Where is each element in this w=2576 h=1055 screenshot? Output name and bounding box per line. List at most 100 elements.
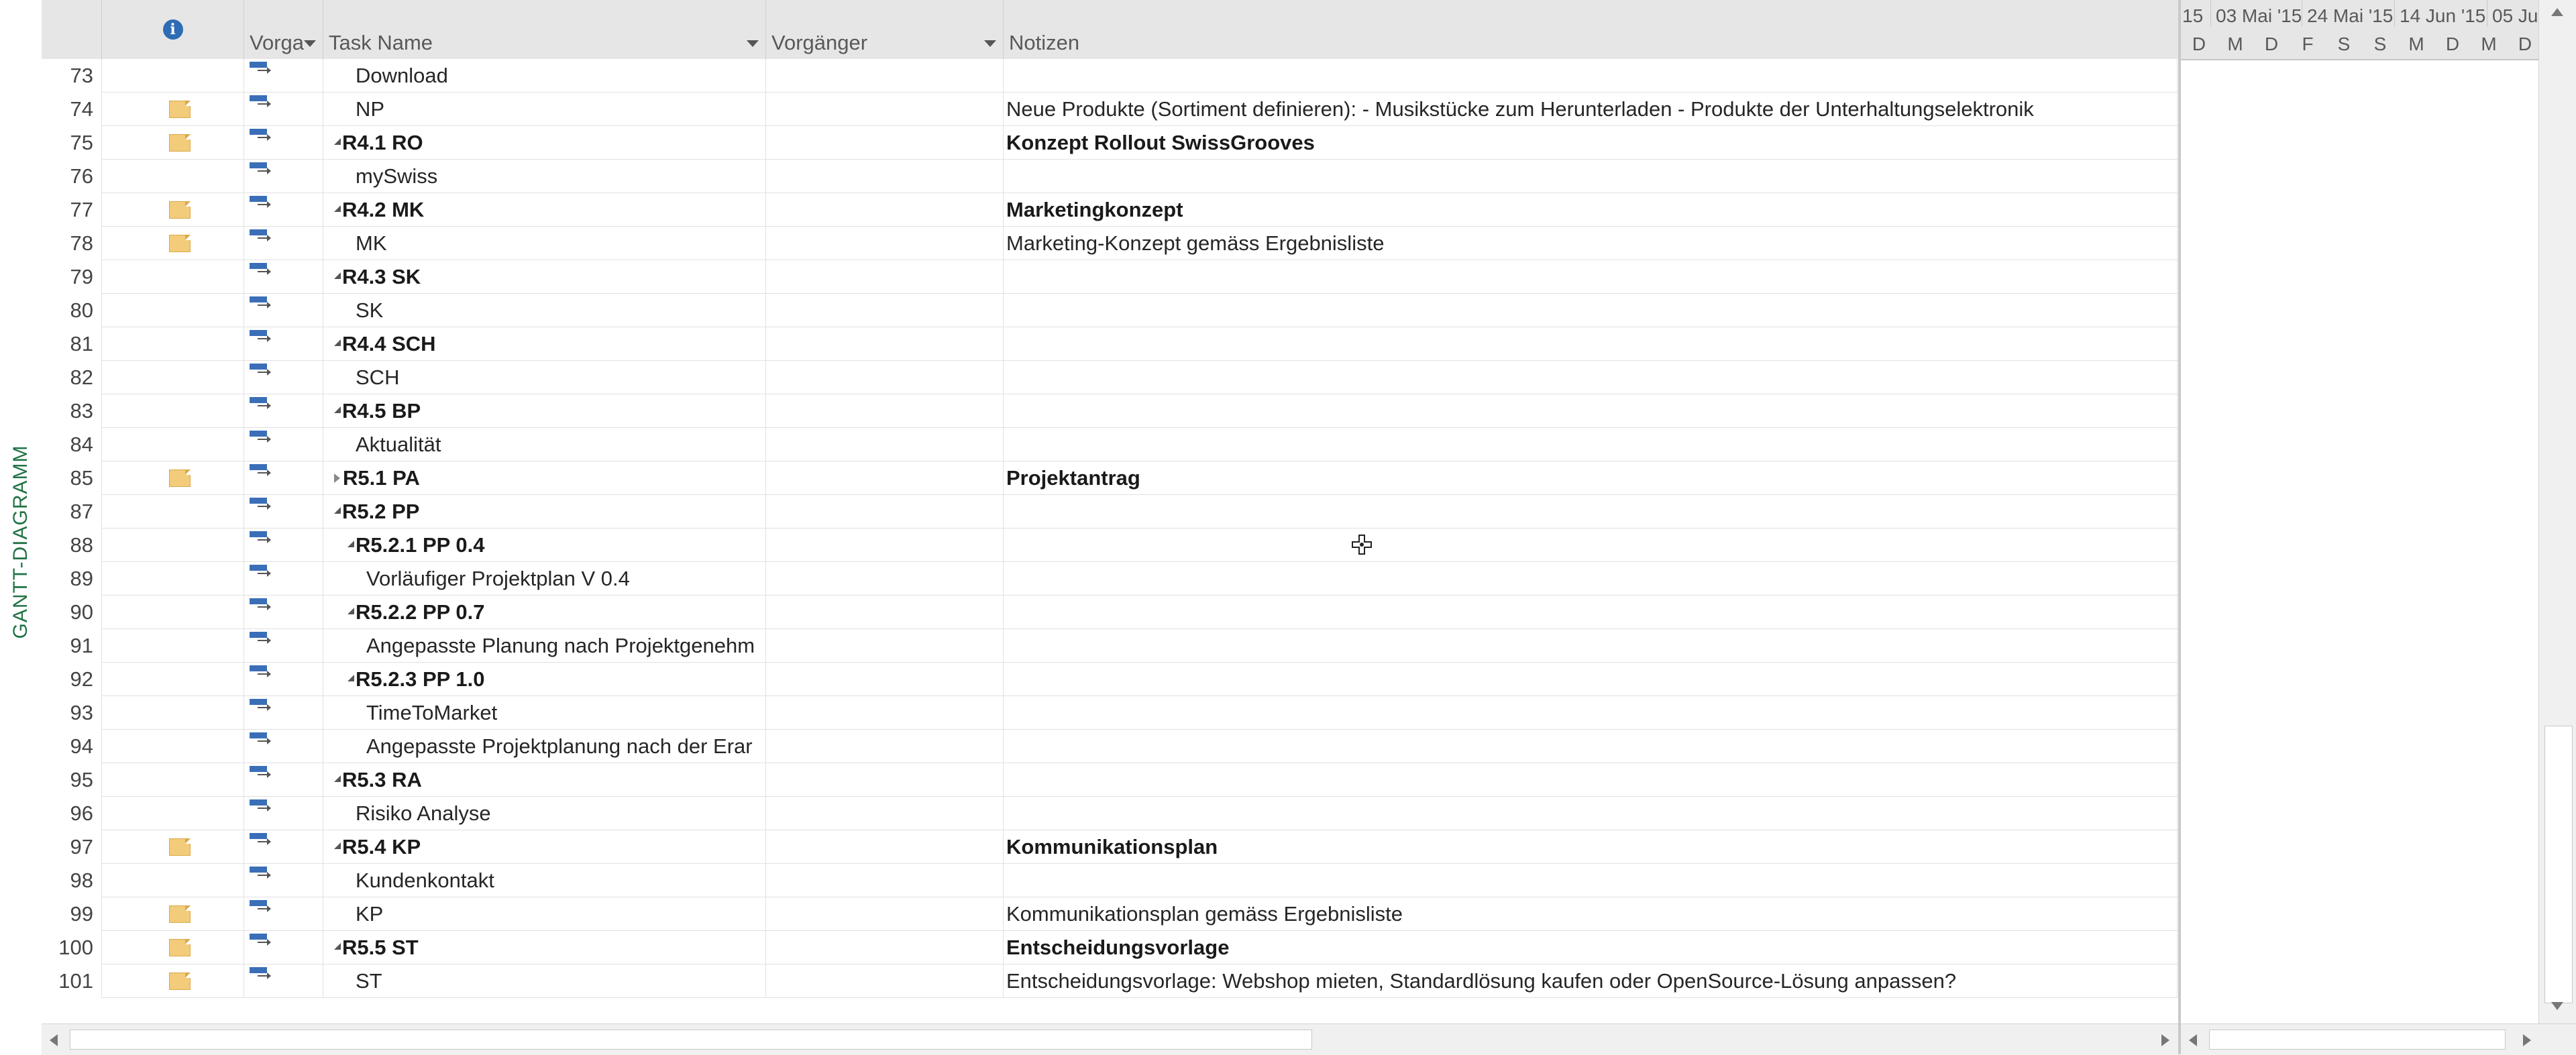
notes-cell[interactable]: Kommunikationsplan bbox=[1004, 830, 2178, 864]
predecessors-cell[interactable] bbox=[766, 596, 1004, 629]
notes-column-header[interactable]: Notizen bbox=[1004, 0, 2178, 59]
chevron-down-icon[interactable] bbox=[747, 40, 759, 47]
notes-cell[interactable] bbox=[1004, 864, 2178, 897]
predecessors-cell[interactable] bbox=[766, 562, 1004, 596]
collapse-triangle-icon[interactable] bbox=[334, 406, 341, 413]
notes-cell[interactable] bbox=[1004, 428, 2178, 461]
note-icon[interactable] bbox=[169, 101, 191, 118]
task-row[interactable]: 89 Vorläufiger Projektplan V 0.4 bbox=[42, 562, 2178, 596]
task-row[interactable]: 91 Angepasste Planung nach Projektgenehm bbox=[42, 629, 2178, 663]
notes-cell[interactable]: Entscheidungsvorlage bbox=[1004, 931, 2178, 964]
task-id[interactable]: 85 bbox=[42, 461, 102, 495]
predecessors-cell[interactable] bbox=[766, 629, 1004, 663]
task-mode-cell[interactable] bbox=[244, 562, 323, 596]
task-name-cell[interactable]: Aktualität bbox=[323, 428, 766, 461]
task-row[interactable]: 101 ST Entscheidungsvorlage: Webshop miete… bbox=[42, 964, 2178, 998]
notes-cell[interactable] bbox=[1004, 596, 2178, 629]
task-row[interactable]: 88 R5.2.1 PP 0.4 bbox=[42, 529, 2178, 562]
task-id[interactable]: 101 bbox=[42, 964, 102, 998]
collapse-triangle-icon[interactable] bbox=[334, 339, 341, 346]
task-name-column-header[interactable]: Task Name bbox=[323, 0, 766, 59]
notes-cell[interactable] bbox=[1004, 361, 2178, 394]
select-all-cell[interactable] bbox=[42, 0, 102, 59]
task-row[interactable]: 83 R4.5 BP bbox=[42, 394, 2178, 428]
indicators-column-header[interactable]: i bbox=[102, 0, 244, 59]
task-mode-cell[interactable] bbox=[244, 59, 323, 93]
notes-cell[interactable]: Entscheidungsvorlage: Webshop mieten, St… bbox=[1004, 964, 2178, 998]
notes-cell[interactable] bbox=[1004, 59, 2178, 93]
task-row[interactable]: 74 NP Neue Produkte (Sortiment definieren)… bbox=[42, 93, 2178, 126]
scroll-left-icon[interactable] bbox=[2189, 1034, 2197, 1046]
note-icon[interactable] bbox=[169, 134, 191, 152]
task-id[interactable]: 95 bbox=[42, 763, 102, 797]
notes-cell[interactable] bbox=[1004, 294, 2178, 327]
task-mode-cell[interactable] bbox=[244, 797, 323, 830]
predecessors-cell[interactable] bbox=[766, 763, 1004, 797]
task-mode-cell[interactable] bbox=[244, 529, 323, 562]
collapse-triangle-icon[interactable] bbox=[334, 506, 341, 514]
task-name-cell[interactable]: Risiko Analyse bbox=[323, 797, 766, 830]
task-id[interactable]: 84 bbox=[42, 428, 102, 461]
predecessors-cell[interactable] bbox=[766, 294, 1004, 327]
task-name-cell[interactable]: KP bbox=[323, 897, 766, 931]
task-id[interactable]: 81 bbox=[42, 327, 102, 361]
task-row[interactable]: 99 KP Kommunikationsplan gemäss Ergebnisli… bbox=[42, 897, 2178, 931]
task-id[interactable]: 74 bbox=[42, 93, 102, 126]
predecessors-cell[interactable] bbox=[766, 193, 1004, 227]
task-row[interactable]: 90 R5.2.2 PP 0.7 bbox=[42, 596, 2178, 629]
predecessors-cell[interactable] bbox=[766, 160, 1004, 193]
task-id[interactable]: 88 bbox=[42, 529, 102, 562]
view-bar[interactable]: GANTT-DIAGRAMM bbox=[0, 59, 42, 1025]
notes-cell[interactable] bbox=[1004, 529, 2178, 562]
task-id[interactable]: 98 bbox=[42, 864, 102, 897]
predecessors-cell[interactable] bbox=[766, 864, 1004, 897]
collapse-triangle-icon[interactable] bbox=[347, 540, 354, 547]
collapse-triangle-icon[interactable] bbox=[334, 272, 341, 279]
predecessors-cell[interactable] bbox=[766, 797, 1004, 830]
task-id[interactable]: 77 bbox=[42, 193, 102, 227]
task-id[interactable]: 80 bbox=[42, 294, 102, 327]
task-row[interactable]: 92 R5.2.3 PP 1.0 bbox=[42, 663, 2178, 696]
notes-cell[interactable] bbox=[1004, 394, 2178, 428]
task-id[interactable]: 91 bbox=[42, 629, 102, 663]
task-mode-cell[interactable] bbox=[244, 193, 323, 227]
collapse-triangle-icon[interactable] bbox=[334, 205, 341, 212]
task-mode-cell[interactable] bbox=[244, 327, 323, 361]
task-id[interactable]: 73 bbox=[42, 59, 102, 93]
task-name-cell[interactable]: Angepasste Projektplanung nach der Erar bbox=[323, 730, 766, 763]
task-row[interactable]: 78 MK Marketing-Konzept gemäss Ergebnislis… bbox=[42, 227, 2178, 260]
task-mode-cell[interactable] bbox=[244, 964, 323, 998]
task-name-cell[interactable]: R5.2.1 PP 0.4 bbox=[323, 529, 766, 562]
task-mode-cell[interactable] bbox=[244, 596, 323, 629]
note-icon[interactable] bbox=[169, 973, 191, 990]
notes-cell[interactable] bbox=[1004, 495, 2178, 529]
note-icon[interactable] bbox=[169, 469, 191, 487]
task-mode-cell[interactable] bbox=[244, 227, 323, 260]
task-name-cell[interactable]: R5.1 PA bbox=[323, 461, 766, 495]
collapse-triangle-icon[interactable] bbox=[334, 775, 341, 782]
predecessors-cell[interactable] bbox=[766, 964, 1004, 998]
task-row[interactable]: 93 TimeToMarket bbox=[42, 696, 2178, 730]
predecessors-cell[interactable] bbox=[766, 730, 1004, 763]
predecessors-cell[interactable] bbox=[766, 59, 1004, 93]
task-row[interactable]: 95 R5.3 RA bbox=[42, 763, 2178, 797]
predecessors-cell[interactable] bbox=[766, 227, 1004, 260]
predecessors-cell[interactable] bbox=[766, 529, 1004, 562]
notes-cell[interactable] bbox=[1004, 696, 2178, 730]
task-mode-cell[interactable] bbox=[244, 160, 323, 193]
notes-cell[interactable]: Kommunikationsplan gemäss Ergebnisliste bbox=[1004, 897, 2178, 931]
task-row[interactable]: 100 R5.5 ST Entscheidungsvorlage bbox=[42, 931, 2178, 964]
task-row[interactable]: 97 R5.4 KP Kommunikationsplan bbox=[42, 830, 2178, 864]
task-name-cell[interactable]: SK bbox=[323, 294, 766, 327]
task-name-cell[interactable]: R4.5 BP bbox=[323, 394, 766, 428]
task-mode-cell[interactable] bbox=[244, 495, 323, 529]
note-icon[interactable] bbox=[169, 838, 191, 856]
vertical-scrollbar[interactable] bbox=[2538, 0, 2576, 1023]
expand-triangle-icon[interactable] bbox=[334, 473, 340, 483]
task-id[interactable]: 99 bbox=[42, 897, 102, 931]
predecessors-cell[interactable] bbox=[766, 394, 1004, 428]
task-row[interactable]: 76 mySwiss bbox=[42, 160, 2178, 193]
task-name-cell[interactable]: R4.1 RO bbox=[323, 126, 766, 160]
predecessors-cell[interactable] bbox=[766, 260, 1004, 294]
task-mode-cell[interactable] bbox=[244, 394, 323, 428]
